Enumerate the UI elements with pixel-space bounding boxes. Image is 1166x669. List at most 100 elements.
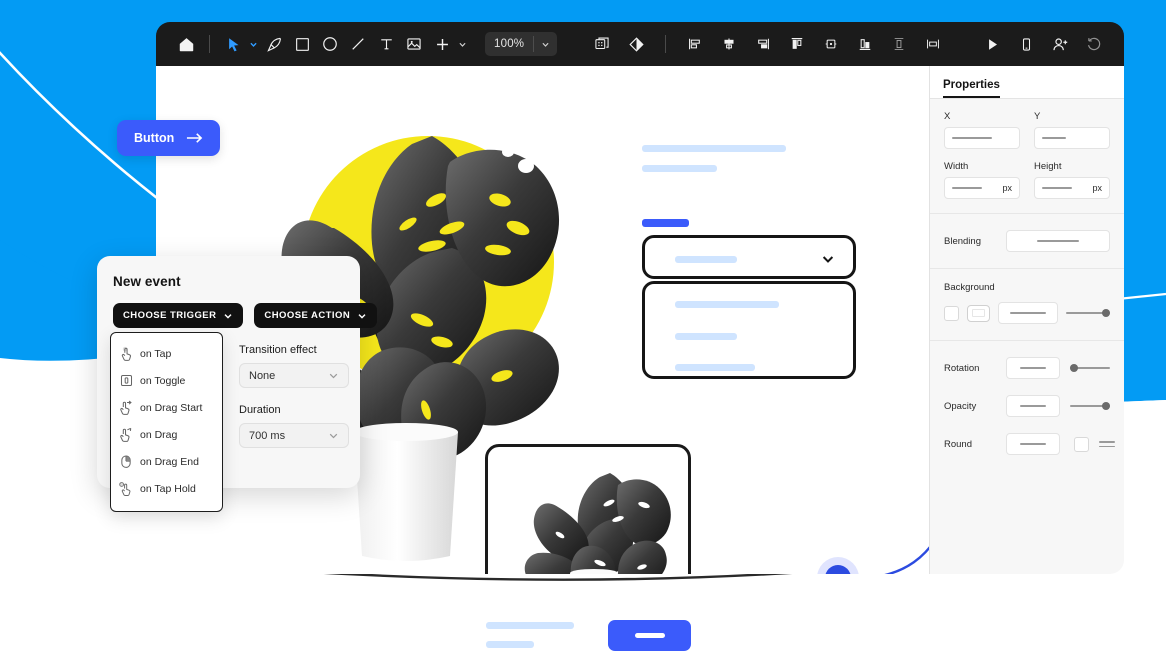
- y-placeholder: [1042, 137, 1066, 139]
- rotation-label: Rotation: [944, 363, 996, 374]
- distribute-horizontal-icon[interactable]: [919, 30, 947, 58]
- drag-end-mouse-icon: [119, 454, 133, 470]
- transition-effect-select[interactable]: None: [239, 363, 349, 388]
- toolbar: 100%: [156, 22, 1124, 66]
- mobile-preview-icon[interactable]: [1012, 30, 1040, 58]
- chevron-down-icon: [223, 311, 233, 321]
- blending-section: Blending: [930, 214, 1124, 269]
- width-field[interactable]: px: [944, 177, 1020, 199]
- chevron-down-icon: [328, 430, 339, 441]
- trigger-option-label: on Tap: [140, 348, 171, 360]
- list-item[interactable]: [675, 333, 737, 340]
- align-top-icon[interactable]: [783, 30, 811, 58]
- opacity-field[interactable]: [1006, 395, 1060, 417]
- cursor-select-icon[interactable]: [219, 30, 247, 58]
- properties-tab-bar: Properties: [930, 66, 1124, 99]
- background-opacity-slider[interactable]: [1066, 307, 1110, 319]
- transition-effect-label: Transition effect: [239, 344, 349, 356]
- choose-trigger-button[interactable]: CHOOSE TRIGGER: [113, 303, 243, 328]
- line-icon[interactable]: [344, 30, 372, 58]
- choose-action-label: CHOOSE ACTION: [264, 310, 350, 321]
- height-field[interactable]: px: [1034, 177, 1110, 199]
- text-tool-icon[interactable]: [372, 30, 400, 58]
- bottom-accent-button[interactable]: [608, 620, 691, 651]
- duration-select[interactable]: 700 ms: [239, 423, 349, 448]
- plant-image-card[interactable]: [485, 444, 691, 574]
- duration-label: Duration: [239, 404, 349, 416]
- undo-history-icon[interactable]: [1080, 30, 1108, 58]
- height-unit: px: [1092, 183, 1102, 193]
- choose-action-button[interactable]: CHOOSE ACTION: [254, 303, 377, 328]
- background-placeholder: [1010, 312, 1046, 314]
- add-user-icon[interactable]: [1046, 30, 1074, 58]
- canvas-select-control[interactable]: [642, 235, 856, 279]
- drag-start-hand-icon: [119, 400, 133, 416]
- ellipse-icon[interactable]: [316, 30, 344, 58]
- trigger-option-on-drag-start[interactable]: on Drag Start: [111, 394, 222, 421]
- properties-panel: Properties X Y: [929, 66, 1124, 574]
- rotation-slider[interactable]: [1070, 362, 1110, 374]
- components-icon[interactable]: [588, 30, 616, 58]
- align-bottom-icon[interactable]: [851, 30, 879, 58]
- x-label: X: [944, 111, 1020, 122]
- y-field[interactable]: [1034, 127, 1110, 149]
- screenshot-root: 100%: [0, 0, 1166, 669]
- height-placeholder: [1042, 187, 1072, 189]
- align-center-horizontal-icon[interactable]: [715, 30, 743, 58]
- y-label: Y: [1034, 111, 1110, 122]
- home-icon[interactable]: [172, 30, 200, 58]
- background-label: Background: [944, 282, 1110, 293]
- play-icon[interactable]: [978, 30, 1006, 58]
- trigger-option-on-tap-hold[interactable]: on Tap Hold: [111, 475, 222, 502]
- trigger-options-menu[interactable]: on Tap on Toggle on Drag Start: [110, 332, 223, 512]
- round-field[interactable]: [1006, 433, 1060, 455]
- canvas-button-element[interactable]: Button: [117, 120, 220, 156]
- background-fill-swatch[interactable]: [967, 305, 990, 322]
- trigger-option-on-toggle[interactable]: on Toggle: [111, 367, 222, 394]
- distribute-vertical-icon[interactable]: [885, 30, 913, 58]
- dialog-button-row: CHOOSE TRIGGER CHOOSE ACTION: [113, 303, 344, 328]
- chevron-down-icon: [328, 370, 339, 381]
- blending-field[interactable]: [1006, 230, 1110, 252]
- align-middle-vertical-icon[interactable]: [817, 30, 845, 58]
- chevron-down-icon-add[interactable]: [456, 33, 469, 55]
- drag-hand-icon: [119, 427, 133, 443]
- plus-icon[interactable]: [428, 30, 456, 58]
- canvas-dropdown-list[interactable]: [642, 281, 856, 379]
- opacity-slider[interactable]: [1070, 400, 1110, 412]
- background-color-field[interactable]: [998, 302, 1058, 324]
- skeleton-line: [642, 145, 786, 152]
- zoom-control[interactable]: 100%: [485, 32, 557, 56]
- rotation-placeholder: [1020, 367, 1046, 369]
- transition-settings: Transition effect None Duration 700 ms: [239, 344, 349, 448]
- chevron-down-icon[interactable]: [820, 251, 836, 272]
- trigger-option-label: on Drag End: [140, 456, 199, 468]
- background-none-swatch[interactable]: [944, 306, 959, 321]
- skeleton-line: [486, 622, 574, 629]
- trigger-option-on-drag[interactable]: on Drag: [111, 421, 222, 448]
- tab-properties[interactable]: Properties: [943, 79, 1000, 98]
- align-left-icon[interactable]: [681, 30, 709, 58]
- position-section: X Y: [930, 99, 1124, 214]
- round-corner-toggle[interactable]: [1074, 437, 1089, 452]
- align-right-icon[interactable]: [749, 30, 777, 58]
- round-sides-icon[interactable]: [1099, 441, 1115, 447]
- trigger-option-on-drag-end[interactable]: on Drag End: [111, 448, 222, 475]
- choose-trigger-label: CHOOSE TRIGGER: [123, 310, 216, 321]
- chevron-down-icon-zoom[interactable]: [534, 40, 557, 49]
- image-icon[interactable]: [400, 30, 428, 58]
- mask-icon[interactable]: [622, 30, 650, 58]
- list-item[interactable]: [675, 301, 779, 308]
- x-field[interactable]: [944, 127, 1020, 149]
- chevron-down-icon-select[interactable]: [247, 33, 260, 55]
- rectangle-icon[interactable]: [288, 30, 316, 58]
- list-item[interactable]: [675, 364, 755, 371]
- background-section: Background: [930, 269, 1124, 341]
- x-placeholder: [952, 137, 992, 139]
- dialog-title: New event: [113, 274, 344, 289]
- transform-section: Rotation Opacity: [930, 341, 1124, 469]
- pen-nib-icon[interactable]: [260, 30, 288, 58]
- rotation-field[interactable]: [1006, 357, 1060, 379]
- trigger-option-on-tap[interactable]: on Tap: [111, 340, 222, 367]
- toggle-icon: [119, 373, 133, 389]
